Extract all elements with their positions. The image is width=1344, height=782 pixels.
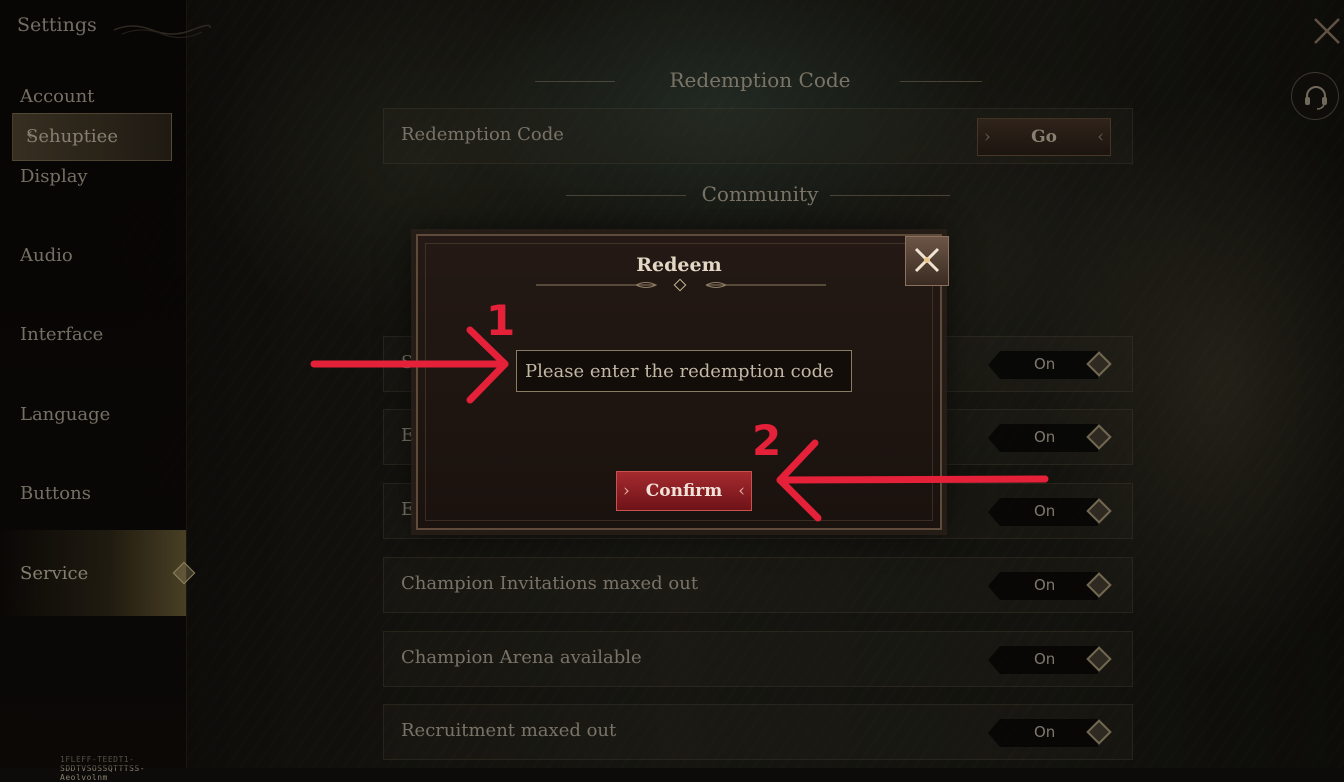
arrow-1: [310, 326, 509, 404]
arrow-2: [776, 439, 1049, 522]
step-number-1: 1: [486, 296, 516, 345]
step-number-2: 2: [752, 416, 782, 465]
annotation-arrows: [310, 326, 1049, 522]
